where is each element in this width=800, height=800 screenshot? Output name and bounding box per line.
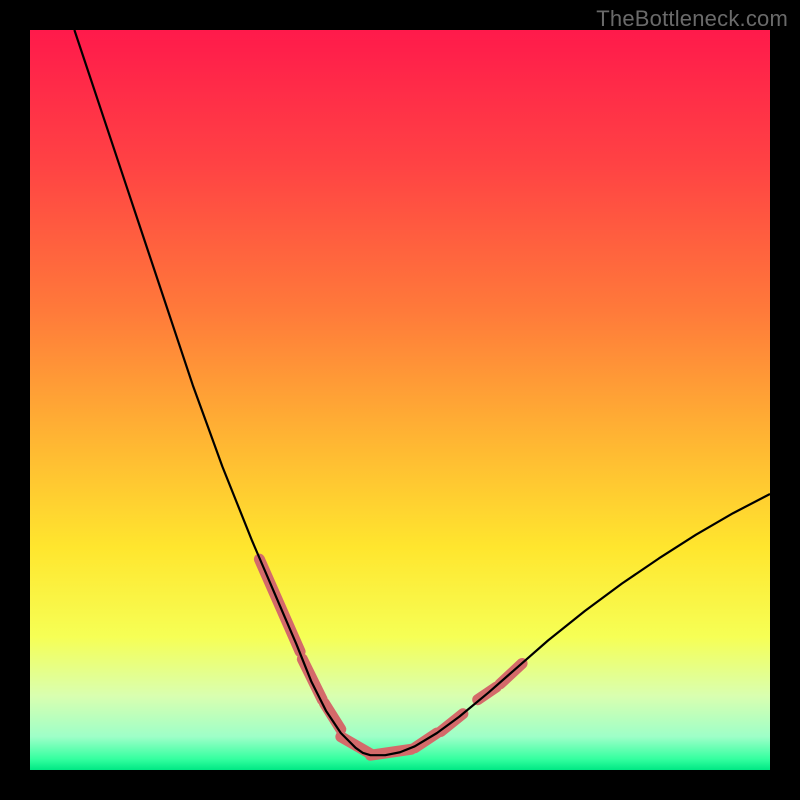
chart-frame: TheBottleneck.com (0, 0, 800, 800)
chart-svg (30, 30, 770, 770)
plot-area (30, 30, 770, 770)
gradient-background (30, 30, 770, 770)
watermark-text: TheBottleneck.com (596, 6, 788, 32)
